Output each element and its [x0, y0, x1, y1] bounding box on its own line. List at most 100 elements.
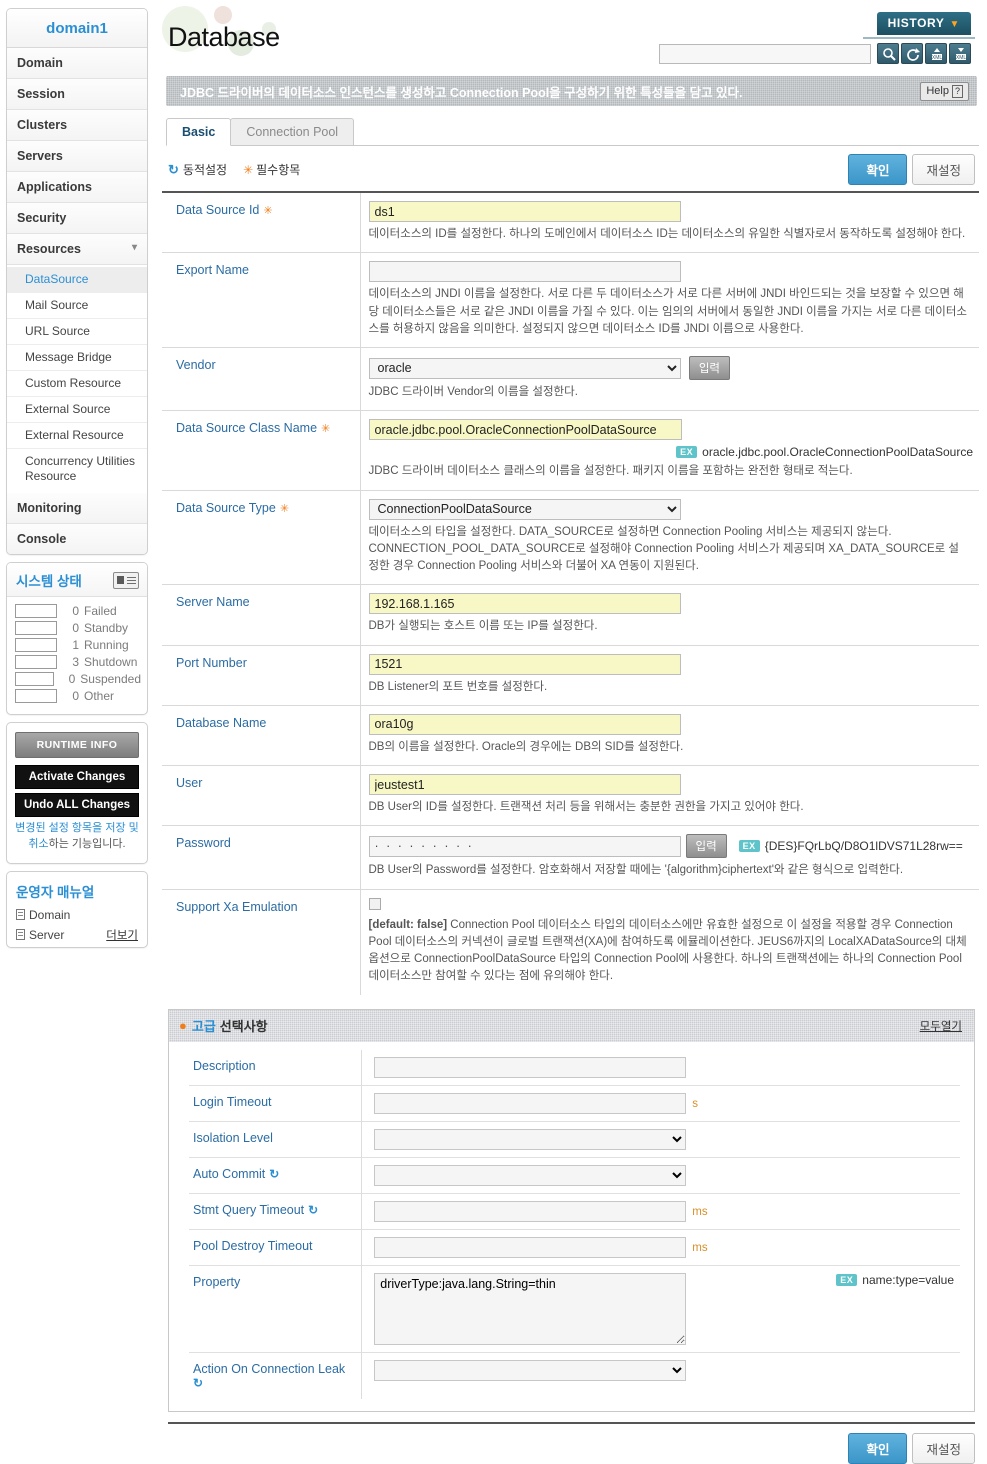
status-label: Shutdown — [84, 655, 138, 669]
password-input[interactable] — [368, 835, 681, 857]
table-row: Isolation Level — [189, 1121, 960, 1157]
label-text: Vendor — [176, 358, 216, 372]
password-input-button[interactable]: 입력 — [685, 834, 727, 859]
manual-item-domain[interactable]: Domain — [7, 907, 147, 926]
sidebar-item-security[interactable]: Security — [7, 203, 147, 234]
sidebar-item-console[interactable]: Console — [7, 524, 147, 554]
required-asterisk-icon: ✳ — [263, 205, 273, 217]
sidebar-item-servers[interactable]: Servers — [7, 141, 147, 172]
sidebar-item-resources[interactable]: Resources ▾ — [7, 234, 147, 265]
sidebar-item-label: Servers — [17, 149, 63, 163]
sidebar-item-label: Clusters — [17, 118, 68, 132]
refresh-icon[interactable] — [901, 43, 923, 64]
export-name-input[interactable] — [368, 261, 681, 283]
search-input[interactable] — [659, 43, 871, 64]
activate-changes-button[interactable]: Activate Changes — [15, 765, 139, 789]
data-source-type-select[interactable]: ConnectionPoolDataSource — [368, 498, 681, 520]
monitor-icon[interactable] — [113, 571, 139, 589]
xml-import-icon[interactable]: XML — [925, 43, 947, 64]
status-count: 0 — [72, 621, 79, 635]
sidebar-item-monitoring[interactable]: Monitoring — [7, 493, 147, 524]
field-label-auto-commit: Auto Commit ↻ — [189, 1157, 363, 1193]
sidebar-item-label: Session — [17, 87, 65, 101]
reset-button-top[interactable]: 재설정 — [912, 154, 975, 185]
xml-export-icon[interactable]: XML — [949, 43, 971, 64]
sidebar-item-concurrency-utilities-resource[interactable]: Concurrency Utilities Resource — [7, 449, 147, 489]
data-source-id-input[interactable] — [368, 201, 681, 222]
pool-destroy-timeout-input[interactable] — [374, 1236, 687, 1258]
reset-button-bottom[interactable]: 재설정 — [912, 1432, 975, 1464]
label-text: User — [176, 776, 203, 790]
chevron-down-icon: ▼ — [949, 19, 960, 30]
example-text: oracle.jdbc.pool.OracleConnectionPoolDat… — [702, 445, 973, 460]
sidebar-item-url-source[interactable]: URL Source — [7, 319, 147, 345]
changes-buttons: RUNTIME INFO Activate Changes Undo ALL C… — [7, 723, 147, 863]
label-text: Database Name — [176, 715, 267, 730]
port-number-input[interactable] — [368, 653, 681, 675]
sidebar-item-domain[interactable]: Domain — [7, 48, 147, 79]
sidebar-item-external-resource[interactable]: External Resource — [7, 423, 147, 449]
sidebar-item-external-source[interactable]: External Source — [7, 397, 147, 423]
help-button-label: Help — [926, 85, 949, 97]
sidebar-item-message-bridge[interactable]: Message Bridge — [7, 345, 147, 371]
undo-all-changes-button[interactable]: Undo ALL Changes — [15, 793, 139, 817]
field-label-database-name: Database Name — [162, 705, 361, 766]
field-description: DB의 이름을 설정한다. Oracle의 경우에는 DB의 SID를 설정한다… — [368, 740, 684, 753]
manual-item-server[interactable]: Server 더보기 — [7, 926, 147, 947]
database-name-input[interactable] — [368, 713, 681, 735]
help-button[interactable]: Help ? — [920, 81, 969, 101]
label-text: Isolation Level — [193, 1130, 273, 1145]
field-label-port-number: Port Number — [162, 645, 361, 706]
document-icon — [16, 908, 25, 920]
table-row: Action On Connection Leak ↻ — [189, 1352, 960, 1399]
history-button[interactable]: HISTORY ▼ — [876, 12, 971, 35]
sidebar-item-custom-resource[interactable]: Custom Resource — [7, 371, 147, 397]
advanced-title-prefix: 고급 — [191, 1019, 216, 1034]
field-label-login-timeout: Login Timeout — [189, 1085, 363, 1121]
tab-basic[interactable]: Basic — [166, 118, 232, 146]
server-name-input[interactable] — [368, 593, 681, 615]
runtime-info-button[interactable]: RUNTIME INFO — [15, 732, 139, 758]
sidebar-item-datasource[interactable]: DataSource — [7, 267, 147, 293]
status-label: Other — [84, 689, 115, 703]
resources-submenu: DataSource Mail Source URL Source Messag… — [7, 265, 147, 493]
property-hint: EX name:type=value — [836, 1273, 954, 1287]
sidebar-item-mail-source[interactable]: Mail Source — [7, 293, 147, 319]
table-row: Auto Commit ↻ — [189, 1157, 960, 1193]
isolation-level-select[interactable] — [374, 1128, 687, 1150]
action-on-connection-leak-select[interactable] — [374, 1359, 687, 1381]
user-input[interactable] — [368, 774, 681, 795]
open-all-link[interactable]: 모두열기 — [920, 1018, 962, 1034]
sidebar-item-applications[interactable]: Applications — [7, 172, 147, 203]
search-icon[interactable] — [877, 43, 899, 64]
tab-connection-pool[interactable]: Connection Pool — [230, 118, 355, 145]
login-timeout-input[interactable] — [374, 1092, 687, 1114]
support-xa-emulation-checkbox[interactable] — [368, 897, 381, 910]
dynamic-setting-icon: ↻ — [193, 1375, 204, 1390]
property-textarea[interactable]: driverType:java.lang.String=thin — [374, 1272, 687, 1345]
confirm-button-bottom[interactable]: 확인 — [848, 1432, 908, 1464]
sidebar-item-clusters[interactable]: Clusters — [7, 110, 147, 141]
status-row: 0 Failed — [15, 604, 141, 618]
field-label-pool-destroy-timeout: Pool Destroy Timeout — [189, 1229, 363, 1265]
basic-form-table: Data Source Id✳ 데이터소스의 ID를 설정한다. 하나의 도메인… — [162, 191, 979, 995]
field-label-user: User — [162, 765, 361, 826]
label-text: Property — [193, 1274, 241, 1289]
info-banner: JDBC 드라이버의 데이터소스 인스턴스를 생성하고 Connection P… — [166, 76, 977, 106]
manual-more-link[interactable]: 더보기 — [106, 927, 138, 943]
legend-dynamic-label: 동적설정 — [182, 163, 228, 177]
vendor-select[interactable]: oracle — [368, 357, 681, 379]
required-asterisk-icon: ✳ — [243, 162, 254, 177]
sidebar-item-label: Domain — [17, 56, 63, 70]
data-source-class-name-input[interactable] — [368, 419, 682, 441]
status-bar — [15, 689, 57, 703]
status-label: Suspended — [80, 672, 141, 686]
vendor-input-button[interactable]: 입력 — [688, 356, 731, 380]
field-example: EX oracle.jdbc.pool.OracleConnectionPoolD… — [369, 445, 973, 460]
description-input[interactable] — [374, 1056, 687, 1078]
sidebar-item-session[interactable]: Session — [7, 79, 147, 110]
stmt-query-timeout-input[interactable] — [374, 1200, 687, 1222]
unit-label: s — [692, 1098, 698, 1110]
auto-commit-select[interactable] — [374, 1164, 687, 1186]
confirm-button-top[interactable]: 확인 — [848, 154, 908, 185]
